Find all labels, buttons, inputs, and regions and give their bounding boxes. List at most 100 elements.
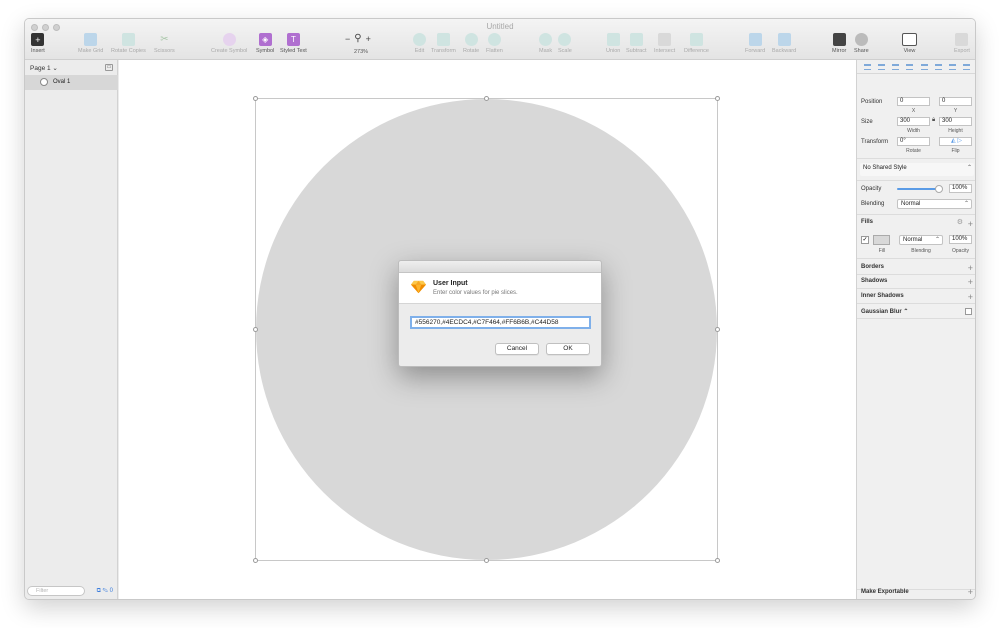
mask-button[interactable]: Mask	[539, 33, 552, 54]
divider	[857, 274, 975, 275]
dialog-subtitle: Enter color values for pie slices.	[433, 290, 518, 296]
align-center-icon[interactable]	[877, 63, 885, 70]
view-button[interactable]: View	[902, 33, 917, 54]
position-y-input[interactable]: 0	[939, 97, 972, 106]
plus-icon: +	[31, 33, 45, 46]
opacity-input[interactable]: 100%	[949, 184, 972, 193]
add-export-button[interactable]: +	[968, 588, 973, 597]
rotate-button[interactable]: Rotate	[463, 33, 479, 54]
backward-button[interactable]: Backward	[772, 33, 796, 54]
transform-label: Transform	[861, 139, 889, 145]
create-symbol-button[interactable]: Create Symbol	[211, 33, 247, 54]
zoom-level: 273%	[354, 49, 369, 55]
page-selector[interactable]: Page 1 ⌄	[30, 64, 58, 72]
gaussian-blur-section-title[interactable]: Gaussian Blur ⌃	[861, 308, 908, 315]
view-icon	[902, 33, 917, 46]
dialog-titlebar	[399, 261, 601, 273]
resize-handle[interactable]	[484, 96, 489, 101]
shared-style-select[interactable]: No Shared Style	[860, 163, 974, 176]
divider	[857, 258, 975, 259]
mirror-button[interactable]: Mirror	[832, 33, 846, 54]
rotate-copies-button[interactable]: Rotate Copies	[111, 33, 146, 54]
resize-handle[interactable]	[253, 96, 258, 101]
add-inner-shadow-button[interactable]: +	[968, 293, 973, 302]
resize-handle[interactable]	[715, 558, 720, 563]
edit-button[interactable]: Edit	[413, 33, 426, 54]
rotate-input[interactable]: 0°	[897, 137, 930, 146]
make-grid-button[interactable]: Make Grid	[78, 33, 103, 54]
fill-opacity-input[interactable]: 100%	[949, 235, 972, 244]
mirror-icon	[832, 33, 846, 46]
zoom-out-button[interactable]: −	[345, 34, 350, 44]
zoom-in-button[interactable]: +	[366, 34, 371, 44]
forward-button[interactable]: Forward	[745, 33, 765, 54]
fill-blending-select[interactable]: Normal	[899, 235, 943, 245]
transform-button[interactable]: Transform	[431, 33, 456, 54]
size-label: Size	[861, 119, 873, 125]
toggle-pages-button[interactable]: ▭	[105, 64, 113, 71]
union-icon	[606, 33, 620, 46]
align-top-icon[interactable]	[906, 63, 914, 70]
difference-button[interactable]: Difference	[684, 33, 709, 54]
flip-buttons[interactable]: ◭ ▷	[939, 137, 972, 146]
layer-filter-icons[interactable]: ⧉ ✎ 0	[97, 588, 113, 595]
position-label: Position	[861, 99, 883, 105]
scissors-button[interactable]: ✂ Scissors	[154, 33, 175, 54]
export-button[interactable]: Export	[954, 33, 970, 54]
scale-button[interactable]: Scale	[558, 33, 572, 54]
subtract-button[interactable]: Subtract	[626, 33, 646, 54]
align-right-icon[interactable]	[892, 63, 900, 70]
rotate-copies-icon	[121, 33, 135, 46]
divider	[857, 303, 975, 304]
position-x-input[interactable]: 0	[897, 97, 930, 106]
symbol-button[interactable]: ◈ Symbol	[256, 33, 274, 54]
fill-enabled-checkbox[interactable]: ✓	[861, 236, 869, 244]
opacity-slider-track[interactable]	[897, 188, 939, 190]
resize-handle[interactable]	[484, 558, 489, 563]
fill-color-swatch[interactable]	[873, 235, 890, 245]
add-shadow-button[interactable]: +	[968, 278, 973, 287]
rotate-icon	[464, 33, 478, 46]
resize-handle[interactable]	[715, 327, 720, 332]
magnifier-icon: ⚲	[354, 33, 362, 44]
opacity-slider-knob[interactable]	[935, 185, 943, 193]
distribute-vertical-icon[interactable]	[963, 63, 971, 70]
flatten-icon	[487, 33, 501, 46]
layer-filter-input[interactable]: Filter	[27, 586, 85, 596]
layer-row[interactable]: Oval 1	[25, 75, 118, 90]
forward-icon	[748, 33, 762, 46]
gear-icon[interactable]: ⚙	[957, 218, 963, 226]
align-left-icon[interactable]	[863, 63, 871, 70]
resize-handle[interactable]	[715, 96, 720, 101]
align-middle-icon[interactable]	[920, 63, 928, 70]
align-bottom-icon[interactable]	[934, 63, 942, 70]
width-input[interactable]: 300	[897, 117, 930, 126]
cancel-button[interactable]: Cancel	[495, 343, 539, 355]
intersect-button[interactable]: Intersect	[654, 33, 675, 54]
insert-button[interactable]: + Insert	[31, 33, 45, 54]
lock-icon[interactable]: 🔒︎	[932, 117, 935, 124]
height-input[interactable]: 300	[939, 117, 972, 126]
color-values-input[interactable]: #556270,#4ECDC4,#C7F464,#FF6B6B,#C44D58	[410, 316, 591, 329]
mask-icon	[539, 33, 553, 46]
fill-sub-label: Fill	[878, 248, 886, 254]
share-button[interactable]: Share	[854, 33, 869, 54]
blending-select[interactable]: Normal	[897, 199, 972, 209]
dialog-title: User Input	[433, 280, 468, 287]
shadows-section-title: Shadows	[861, 278, 888, 284]
gaussian-blur-checkbox[interactable]	[965, 308, 972, 315]
oval-layer-icon	[40, 78, 48, 86]
styled-text-button[interactable]: T Styled Text	[280, 33, 307, 54]
scale-icon	[558, 33, 572, 46]
intersect-icon	[658, 33, 672, 46]
union-button[interactable]: Union	[606, 33, 620, 54]
ok-button[interactable]: OK	[546, 343, 590, 355]
add-fill-button[interactable]: +	[968, 220, 973, 229]
resize-handle[interactable]	[253, 558, 258, 563]
symbol-icon: ◈	[258, 33, 272, 46]
flatten-button[interactable]: Flatten	[486, 33, 503, 54]
resize-handle[interactable]	[253, 327, 258, 332]
layer-name: Oval 1	[53, 79, 71, 85]
add-border-button[interactable]: +	[968, 264, 973, 273]
distribute-horizontal-icon[interactable]	[949, 63, 957, 70]
